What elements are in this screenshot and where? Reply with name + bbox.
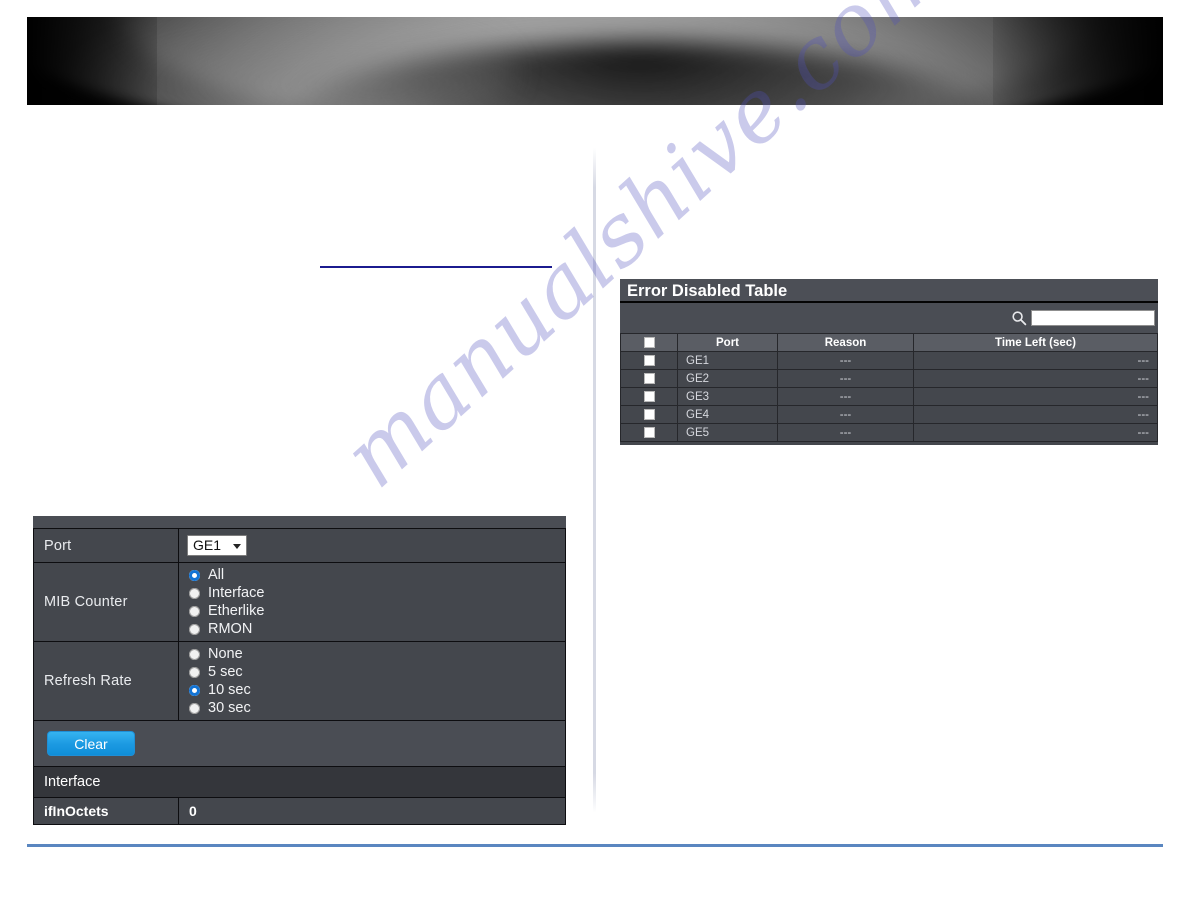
port-select[interactable]: GE1 xyxy=(187,535,247,556)
error-disabled-table-panel: Error Disabled Table Port Reason Time Le… xyxy=(620,279,1158,445)
search-icon xyxy=(1012,311,1027,326)
clear-button[interactable]: Clear xyxy=(47,731,135,756)
cell-port: GE2 xyxy=(677,369,778,388)
section-title-rule xyxy=(320,266,552,268)
row-checkbox[interactable] xyxy=(643,426,655,438)
mib-counter-form: Port GE1 MIB Counter All Interface Ether… xyxy=(33,516,566,825)
column-header-time-left: Time Left (sec) xyxy=(913,333,1158,352)
cell-time-left: --- xyxy=(913,351,1158,370)
row-checkbox-cell[interactable] xyxy=(620,351,678,370)
mib-settings-table: Port GE1 MIB Counter All Interface Ether… xyxy=(33,528,566,721)
radio-label: RMON xyxy=(208,621,253,637)
table-row: GE4 --- --- xyxy=(620,405,1158,424)
cell-time-left: --- xyxy=(913,405,1158,424)
radio-label: Etherlike xyxy=(208,603,265,619)
radio-mib-all[interactable]: All xyxy=(189,567,565,584)
row-checkbox[interactable] xyxy=(643,390,655,402)
radio-mib-rmon[interactable]: RMON xyxy=(189,621,565,638)
radio-label: Interface xyxy=(208,585,265,601)
radio-rate-5sec[interactable]: 5 sec xyxy=(189,664,565,681)
radio-indicator[interactable] xyxy=(189,685,200,696)
form-row-port: Port GE1 xyxy=(33,528,566,563)
refresh-rate-options-cell: None 5 sec 10 sec 30 sec xyxy=(178,641,566,721)
form-button-bar: Clear xyxy=(33,721,566,767)
table-row: GE5 --- --- xyxy=(620,423,1158,442)
radio-indicator[interactable] xyxy=(189,649,200,660)
radio-label: All xyxy=(208,567,225,583)
column-header-port: Port xyxy=(677,333,778,352)
cell-time-left: --- xyxy=(913,423,1158,442)
column-header-reason: Reason xyxy=(777,333,914,352)
cell-time-left: --- xyxy=(913,369,1158,388)
table-row: ifInOctets 0 xyxy=(33,798,566,825)
row-checkbox[interactable] xyxy=(643,408,655,420)
table-row: GE1 --- --- xyxy=(620,351,1158,370)
select-all-checkbox[interactable] xyxy=(643,336,655,348)
cell-reason: --- xyxy=(777,351,914,370)
radio-mib-interface[interactable]: Interface xyxy=(189,585,565,602)
table-row: GE2 --- --- xyxy=(620,369,1158,388)
cell-reason: --- xyxy=(777,387,914,406)
row-checkbox[interactable] xyxy=(643,354,655,366)
mib-counter-radio-group: All Interface Etherlike RMON xyxy=(187,563,565,641)
interface-counters-table: ifInOctets 0 xyxy=(33,798,566,825)
row-checkbox-cell[interactable] xyxy=(620,387,678,406)
radio-rate-none[interactable]: None xyxy=(189,646,565,663)
radio-mib-etherlike[interactable]: Etherlike xyxy=(189,603,565,620)
form-row-mib-counter: MIB Counter All Interface Etherlike RMON xyxy=(33,562,566,642)
radio-indicator[interactable] xyxy=(189,606,200,617)
interface-section-header: Interface xyxy=(33,767,566,798)
footer-rule xyxy=(27,844,1163,847)
error-disabled-table: Port Reason Time Left (sec) GE1 --- --- … xyxy=(620,333,1158,442)
cell-reason: --- xyxy=(777,369,914,388)
radio-label: None xyxy=(208,646,243,662)
radio-indicator[interactable] xyxy=(189,667,200,678)
row-checkbox-cell[interactable] xyxy=(620,369,678,388)
radio-indicator[interactable] xyxy=(189,588,200,599)
search-input[interactable] xyxy=(1031,310,1155,326)
radio-label: 10 sec xyxy=(208,682,251,698)
table-search-bar xyxy=(620,303,1158,333)
product-hero-banner xyxy=(27,17,1163,105)
cell-reason: --- xyxy=(777,405,914,424)
radio-label: 30 sec xyxy=(208,700,251,716)
row-checkbox-cell[interactable] xyxy=(620,405,678,424)
cell-port: GE5 xyxy=(677,423,778,442)
banner-left-vignette xyxy=(27,17,157,105)
table-header-row: Port Reason Time Left (sec) xyxy=(620,333,1158,352)
row-checkbox[interactable] xyxy=(643,372,655,384)
refresh-rate-radio-group: None 5 sec 10 sec 30 sec xyxy=(187,642,565,720)
refresh-rate-label: Refresh Rate xyxy=(33,641,179,721)
panel-title: Error Disabled Table xyxy=(620,279,1158,303)
radio-label: 5 sec xyxy=(208,664,243,680)
port-select-wrap[interactable]: GE1 xyxy=(187,535,247,556)
cell-port: GE4 xyxy=(677,405,778,424)
radio-indicator[interactable] xyxy=(189,703,200,714)
form-top-spacer xyxy=(33,516,566,528)
cell-reason: --- xyxy=(777,423,914,442)
form-row-refresh-rate: Refresh Rate None 5 sec 10 sec 30 sec xyxy=(33,641,566,721)
port-value-cell: GE1 xyxy=(178,528,566,563)
cell-time-left: --- xyxy=(913,387,1158,406)
row-checkbox-cell[interactable] xyxy=(620,423,678,442)
column-divider xyxy=(593,148,596,813)
radio-indicator[interactable] xyxy=(189,570,200,581)
cell-port: GE3 xyxy=(677,387,778,406)
banner-right-vignette xyxy=(993,17,1163,105)
mib-counter-options-cell: All Interface Etherlike RMON xyxy=(178,562,566,642)
cell-port: GE1 xyxy=(677,351,778,370)
column-header-select-all[interactable] xyxy=(620,333,678,352)
radio-indicator[interactable] xyxy=(189,624,200,635)
counter-value: 0 xyxy=(178,798,566,825)
counter-name: ifInOctets xyxy=(33,798,179,825)
radio-rate-30sec[interactable]: 30 sec xyxy=(189,700,565,717)
mib-counter-label: MIB Counter xyxy=(33,562,179,642)
radio-rate-10sec[interactable]: 10 sec xyxy=(189,682,565,699)
port-label: Port xyxy=(33,528,179,563)
table-row: GE3 --- --- xyxy=(620,387,1158,406)
